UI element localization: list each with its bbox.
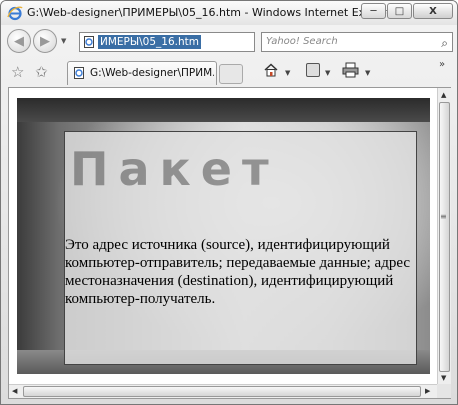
- close-button[interactable]: X: [413, 3, 453, 19]
- maximize-button[interactable]: □: [387, 3, 412, 19]
- navigation-bar: ◀ ▶ ▼ ИМЕРЫ\05_16.htm ▼ ↻ ✕ Yahoo! Searc…: [1, 25, 457, 57]
- page-body-text: Это адрес источника (source), идентифици…: [65, 237, 411, 307]
- ie-logo-icon: [7, 6, 23, 21]
- scroll-left-arrow-icon[interactable]: ◀: [12, 387, 17, 395]
- search-icon[interactable]: ⌕: [441, 36, 448, 51]
- page-viewport[interactable]: Пакет Это адрес источника (source), иден…: [8, 87, 451, 399]
- scroll-up-arrow-icon[interactable]: ▲: [441, 91, 446, 99]
- tab-current-page[interactable]: G:\Web-designer\ПРИМ...: [67, 61, 217, 85]
- home-dropdown-icon[interactable]: ▼: [285, 69, 290, 77]
- vertical-scrollbar[interactable]: ▲ ≡ ▼: [437, 88, 451, 384]
- home-icon[interactable]: [263, 62, 279, 78]
- print-icon[interactable]: [342, 62, 359, 78]
- close-icon: X: [429, 5, 437, 17]
- content-panel: Пакет Это адрес источника (source), иден…: [64, 131, 417, 365]
- horizontal-scroll-thumb[interactable]: [23, 386, 421, 397]
- page-background-image: Пакет Это адрес источника (source), иден…: [17, 98, 430, 374]
- scroll-grip-icon: ≡: [440, 212, 447, 221]
- feeds-icon[interactable]: [306, 63, 320, 77]
- minimize-icon: ─: [370, 5, 377, 17]
- vertical-scroll-thumb[interactable]: [439, 102, 450, 372]
- search-input[interactable]: Yahoo! Search: [266, 36, 338, 47]
- background-top-band: [17, 98, 430, 122]
- browser-window: G:\Web-designer\ПРИМЕРЫ\05_16.htm - Wind…: [0, 0, 458, 405]
- back-button[interactable]: ◀: [7, 29, 31, 53]
- address-bar[interactable]: ИМЕРЫ\05_16.htm ▼ ↻ ✕: [79, 32, 328, 52]
- tab-label: G:\Web-designer\ПРИМ...: [90, 67, 214, 79]
- window-title: G:\Web-designer\ПРИМЕРЫ\05_16.htm - Wind…: [27, 6, 398, 19]
- title-bar[interactable]: G:\Web-designer\ПРИМЕРЫ\05_16.htm - Wind…: [1, 1, 457, 25]
- forward-arrow-icon: ▶: [40, 33, 50, 49]
- page-icon: [84, 36, 94, 48]
- scroll-right-arrow-icon[interactable]: ▶: [425, 387, 430, 395]
- recent-pages-dropdown-icon[interactable]: ▼: [61, 37, 66, 45]
- back-arrow-icon: ◀: [14, 33, 24, 49]
- add-favorite-icon[interactable]: ✩: [35, 63, 48, 81]
- maximize-icon: □: [394, 5, 405, 17]
- scrollbar-corner: [437, 384, 451, 398]
- page-headline: Пакет: [70, 142, 279, 196]
- tab-toolbar: ☆ ✩ G:\Web-designer\ПРИМ... ▼ ▼ ▼ »: [1, 57, 457, 87]
- favorites-star-icon[interactable]: ☆: [11, 63, 24, 81]
- more-tools-chevron-icon[interactable]: »: [439, 59, 445, 70]
- feeds-dropdown-icon[interactable]: ▼: [325, 69, 330, 77]
- page-icon: [74, 67, 84, 79]
- horizontal-scrollbar[interactable]: ◀ ▶: [9, 384, 437, 398]
- forward-button[interactable]: ▶: [33, 29, 57, 53]
- print-dropdown-icon[interactable]: ▼: [365, 69, 370, 77]
- new-tab-button[interactable]: [219, 64, 243, 84]
- address-input[interactable]: ИМЕРЫ\05_16.htm: [98, 35, 201, 49]
- minimize-button[interactable]: ─: [361, 3, 386, 19]
- window-controls: ─ □ X: [361, 3, 453, 19]
- scroll-down-arrow-icon[interactable]: ▼: [441, 374, 446, 382]
- search-box[interactable]: Yahoo! Search ⌕: [261, 32, 453, 52]
